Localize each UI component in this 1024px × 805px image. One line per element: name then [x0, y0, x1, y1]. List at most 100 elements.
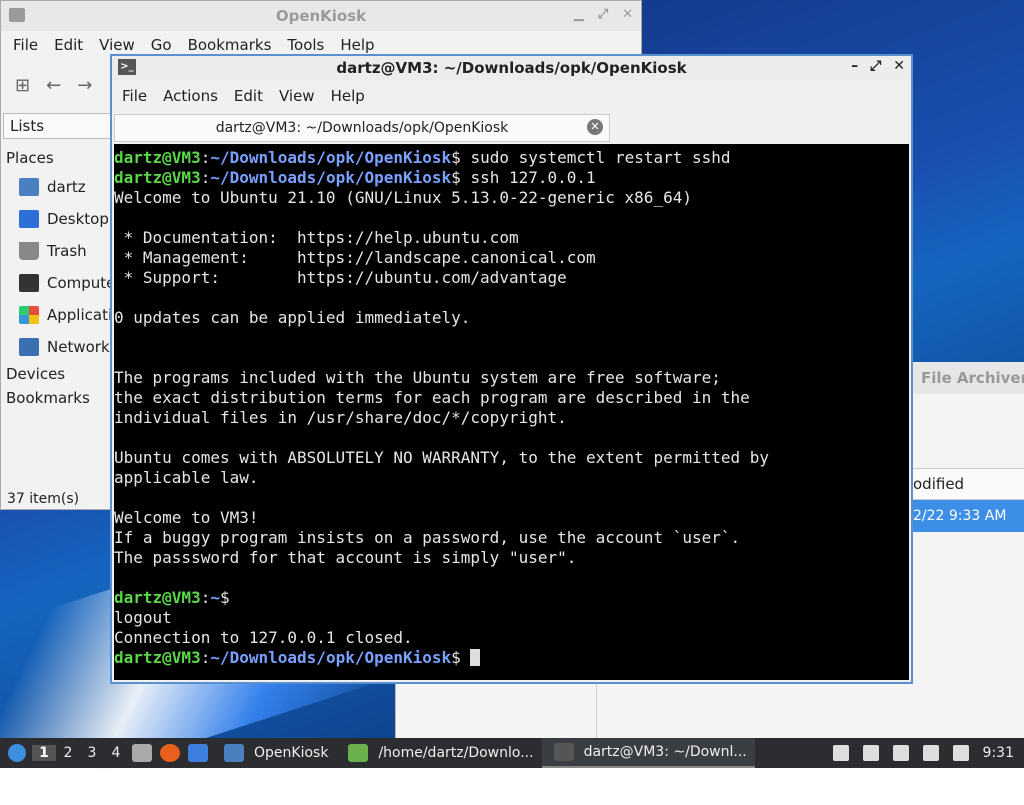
volume-icon[interactable]: [862, 745, 879, 761]
system-tray: 9:31: [832, 745, 1024, 761]
menu-tools[interactable]: Tools: [279, 36, 332, 54]
output-line: * Documentation: https://help.ubuntu.com: [114, 228, 519, 247]
menu-edit[interactable]: Edit: [226, 87, 271, 105]
terminal-icon: [553, 743, 574, 761]
battery-icon[interactable]: [832, 745, 849, 761]
bookmarks-header[interactable]: Bookmarks: [1, 387, 113, 411]
table-row[interactable]: 2/22 9:33 AM: [913, 500, 1024, 532]
menu-file[interactable]: File: [114, 87, 155, 105]
task-file-archiver[interactable]: /home/dartz/Downlo...: [336, 738, 541, 768]
output-line: 0 updates can be applied immediately.: [114, 308, 471, 327]
menu-help[interactable]: Help: [332, 36, 382, 54]
menu-view[interactable]: View: [91, 36, 143, 54]
output-line: Welcome to VM3!: [114, 508, 259, 527]
column-header-modified[interactable]: odified: [913, 468, 1024, 500]
maximize-icon[interactable]: ⤢: [598, 7, 608, 22]
new-tab-icon[interactable]: ⊞: [15, 75, 30, 96]
prompt-line: dartz@VM3:~/Downloads/opk/OpenKiosk$: [114, 648, 909, 668]
sidebar-item-desktop[interactable]: Desktop: [1, 203, 113, 235]
side-pane-mode-select[interactable]: Lists: [3, 113, 113, 139]
devices-header[interactable]: Devices: [1, 363, 113, 387]
output-line: The programs included with the Ubuntu sy…: [114, 368, 721, 387]
archive-icon: [348, 744, 369, 762]
pane-divider[interactable]: [596, 680, 597, 738]
terminal-menubar: File Actions Edit View Help: [112, 80, 911, 112]
minimize-icon[interactable]: ▁: [574, 7, 584, 22]
output-line: individual files in /usr/share/doc/*/cop…: [114, 408, 567, 427]
updates-icon[interactable]: [952, 745, 969, 761]
workspace-2[interactable]: 2: [56, 745, 80, 761]
text-cursor: [470, 649, 481, 666]
network-icon[interactable]: [922, 745, 939, 761]
maximize-icon[interactable]: ⤢: [870, 58, 881, 74]
file-archiver-title[interactable]: File Archiver: [913, 362, 1024, 394]
output-line: If a buggy program insists on a password…: [114, 528, 741, 547]
menu-actions[interactable]: Actions: [155, 87, 226, 105]
sidebar-item-home[interactable]: dartz: [1, 171, 113, 203]
network-icon: [19, 338, 39, 356]
close-icon[interactable]: ✕: [622, 7, 633, 22]
forward-arrow-icon[interactable]: →: [77, 75, 92, 96]
terminal-tab[interactable]: dartz@VM3: ~/Downloads/opk/OpenKiosk ✕: [114, 114, 610, 142]
clipboard-icon[interactable]: [892, 745, 909, 761]
sidebar-item-network[interactable]: Network: [1, 331, 113, 363]
workspace-1[interactable]: 1: [32, 745, 56, 761]
terminal-icon: >_: [118, 59, 136, 75]
menu-go[interactable]: Go: [143, 36, 180, 54]
terminal-titlebar[interactable]: >_ dartz@VM3: ~/Downloads/opk/OpenKiosk …: [112, 56, 911, 80]
places-sidebar: Places dartz Desktop Trash Computer Appl…: [1, 147, 113, 411]
terminal-output-lines: Welcome to Ubuntu 21.10 (GNU/Linux 5.13.…: [114, 188, 909, 588]
back-arrow-icon[interactable]: ←: [46, 75, 61, 96]
minimize-icon[interactable]: –: [851, 58, 858, 74]
places-header: Places: [6, 149, 54, 167]
menu-file[interactable]: File: [5, 36, 46, 54]
file-manager-titlebar[interactable]: OpenKiosk ▁ ⤢ ✕: [1, 1, 641, 31]
output-line: applicable law.: [114, 468, 259, 487]
prompt-line: dartz@VM3:~/Downloads/opk/OpenKiosk$ ssh…: [114, 168, 596, 187]
workspace-4[interactable]: 4: [104, 745, 128, 761]
sidebar-item-computer[interactable]: Computer: [1, 267, 113, 299]
output-line: the exact distribution terms for each pr…: [114, 388, 750, 407]
close-icon[interactable]: ✕: [893, 58, 905, 74]
home-folder-icon: [19, 178, 39, 196]
output-line: Connection to 127.0.0.1 closed.: [114, 628, 413, 647]
menu-edit[interactable]: Edit: [46, 36, 91, 54]
folder-icon: [224, 744, 244, 762]
output-line: Welcome to Ubuntu 21.10 (GNU/Linux 5.13.…: [114, 188, 692, 207]
computer-icon: [19, 274, 39, 292]
task-terminal[interactable]: dartz@VM3: ~/Downl...: [541, 738, 755, 768]
applications-icon: [19, 306, 39, 324]
show-desktop-icon[interactable]: [188, 744, 208, 762]
sidebar-item-trash[interactable]: Trash: [1, 235, 113, 267]
menu-view[interactable]: View: [271, 87, 323, 105]
firefox-icon[interactable]: [160, 744, 180, 762]
file-archiver-window: File Archiver odified 2/22 9:33 AM: [912, 362, 1024, 738]
output-line: The passsword for that account is simply…: [114, 548, 577, 567]
prompt-line: dartz@VM3:~$: [114, 588, 230, 607]
output-line: Ubuntu comes with ABSOLUTELY NO WARRANTY…: [114, 448, 770, 467]
close-tab-icon[interactable]: ✕: [587, 119, 603, 135]
workspace-3[interactable]: 3: [80, 745, 104, 761]
terminal-window: >_ dartz@VM3: ~/Downloads/opk/OpenKiosk …: [110, 54, 913, 684]
status-bar-count: 37 item(s): [7, 491, 80, 507]
output-line: logout: [114, 608, 172, 627]
trash-icon: [19, 242, 39, 260]
file-manager-launcher-icon[interactable]: [132, 744, 152, 762]
terminal-tab-label: dartz@VM3: ~/Downloads/opk/OpenKiosk: [215, 120, 509, 136]
file-archiver-lower-pane: [395, 680, 913, 738]
menu-help[interactable]: Help: [323, 87, 373, 105]
task-openkiosk[interactable]: OpenKiosk: [212, 738, 336, 768]
output-line: * Management: https://landscape.canonica…: [114, 248, 596, 267]
menu-bookmarks[interactable]: Bookmarks: [180, 36, 280, 54]
sidebar-item-applications[interactable]: Applications: [1, 299, 113, 331]
start-menu-icon[interactable]: [8, 744, 26, 762]
clock[interactable]: 9:31: [983, 745, 1014, 761]
terminal-output[interactable]: dartz@VM3:~/Downloads/opk/OpenKiosk$ sud…: [114, 144, 909, 680]
file-manager-title: OpenKiosk: [275, 7, 367, 25]
